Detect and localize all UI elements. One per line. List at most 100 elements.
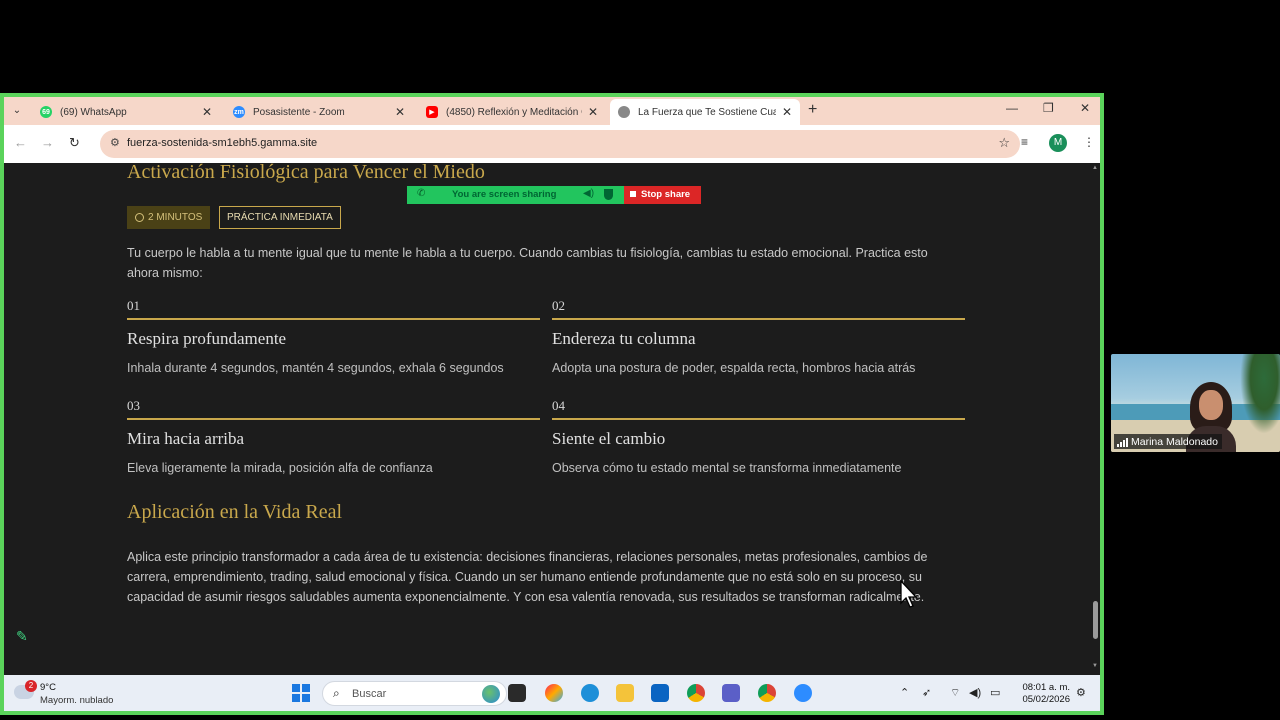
tab-label: La Fuerza que Te Sostiene Cuan [638, 106, 776, 118]
scroll-thumb[interactable] [1093, 601, 1098, 639]
taskbar-clock[interactable]: 08:01 a. m. 05/02/2026 [1018, 682, 1070, 706]
scroll-down-icon[interactable]: ▼ [1092, 663, 1098, 669]
globe-icon [618, 106, 630, 118]
sharing-status: You are screen sharing [452, 189, 557, 200]
weather-temperature[interactable]: 9°C [40, 682, 56, 693]
location-icon[interactable]: ➶ [922, 686, 931, 699]
tab-whatsapp[interactable]: 69 (69) WhatsApp ✕ [32, 99, 220, 125]
site-info-icon[interactable]: ⚙ [110, 136, 120, 149]
forward-icon[interactable]: → [41, 135, 54, 150]
browser-window: ⌄ 69 (69) WhatsApp ✕ zm Posasistente - Z… [4, 97, 1100, 675]
weather-condition[interactable]: Mayorm. nublado [40, 695, 113, 706]
badge-label: 2 MINUTOS [148, 212, 203, 223]
taskbar: 2 9°C Mayorm. nublado ⌕ Buscar ⌃ ➶ ⌔ ◀) … [4, 675, 1100, 711]
participant-video[interactable]: Marina Maldonado [1111, 354, 1280, 452]
zoom-share-bar[interactable]: ✆ You are screen sharing ◀) [407, 186, 624, 204]
bookmark-star-icon[interactable]: ☆ [998, 135, 1010, 151]
new-tab-icon[interactable]: + [808, 101, 817, 119]
reload-icon[interactable]: ↻ [69, 135, 80, 151]
application-paragraph: Aplica este principio transformador a ca… [127, 550, 928, 604]
address-bar[interactable]: ⚙ fuerza-sostenida-sm1ebh5.gamma.site ☆ [100, 130, 1020, 158]
stop-icon [630, 191, 636, 197]
step-title: Mira hacia arriba [127, 429, 245, 448]
signal-bars-icon [1117, 437, 1129, 447]
window-close-icon[interactable]: ✕ [1080, 101, 1090, 115]
drag-handle-icon[interactable]: ✆ [417, 188, 425, 199]
step-title: Siente el cambio [552, 429, 666, 448]
tab-label: (4850) Reflexión y Meditación C [446, 106, 582, 118]
minimize-icon[interactable]: — [1006, 101, 1018, 115]
scroll-up-icon[interactable]: ▲ [1092, 165, 1098, 171]
wifi-icon[interactable]: ⌔ [950, 686, 960, 700]
duration-badge: 2 MINUTOS [127, 206, 211, 229]
copilot-icon[interactable] [545, 684, 563, 702]
windows-start-icon[interactable] [292, 684, 310, 702]
step-divider [552, 418, 965, 420]
step-description: Inhala durante 4 segundos, mantén 4 segu… [127, 361, 504, 375]
screen: ⌄ 69 (69) WhatsApp ✕ zm Posasistente - Z… [0, 0, 1280, 720]
step-card: 03 Mira hacia arriba Eleva ligeramente l… [127, 398, 540, 475]
intro-paragraph: Tu cuerpo le habla a tu mente igual que … [127, 246, 928, 280]
file-explorer-icon[interactable] [616, 684, 634, 702]
practice-badge: PRÁCTICA INMEDIATA [219, 206, 341, 229]
volume-icon[interactable]: ◀) [969, 686, 981, 699]
participant-nameplate: Marina Maldonado [1114, 434, 1222, 449]
zoom-icon: zm [233, 106, 245, 118]
step-divider [127, 318, 540, 320]
section-title-activacion: Activación Fisiológica para Vencer el Mi… [127, 163, 485, 183]
step-number: 02 [552, 298, 565, 313]
stop-share-button[interactable]: Stop share [624, 186, 701, 204]
mouse-cursor-icon [900, 580, 918, 608]
toolbar: ← → ↻ ⚙ fuerza-sostenida-sm1ebh5.gamma.s… [4, 125, 1100, 163]
page-scrollbar[interactable]: ▲ ▼ [1091, 163, 1100, 675]
stop-share-label: Stop share [641, 189, 691, 200]
url-text[interactable]: fuerza-sostenida-sm1ebh5.gamma.site [127, 137, 317, 149]
tab-search-chevron-icon[interactable]: ⌄ [8, 102, 26, 120]
step-card: 01 Respira profundamente Inhala durante … [127, 298, 540, 375]
step-title: Endereza tu columna [552, 329, 696, 348]
search-placeholder: Buscar [352, 688, 387, 700]
close-icon[interactable]: ✕ [782, 105, 792, 119]
tab-bar: ⌄ 69 (69) WhatsApp ✕ zm Posasistente - Z… [4, 97, 1100, 125]
tab-youtube[interactable]: ▶ (4850) Reflexión y Meditación C ✕ [418, 99, 606, 125]
taskbar-search[interactable]: ⌕ Buscar [322, 681, 507, 706]
section-title-aplicacion: Aplicación en la Vida Real [127, 501, 343, 523]
chrome-icon[interactable] [687, 684, 705, 702]
more-menu-icon[interactable]: ⋮ [1083, 135, 1095, 149]
close-icon[interactable]: ✕ [395, 105, 405, 119]
profile-avatar[interactable]: M [1049, 134, 1067, 152]
speaker-icon[interactable]: ◀) [583, 188, 594, 199]
zoom-app-icon[interactable] [794, 684, 812, 702]
restore-icon[interactable]: ❐ [1043, 101, 1054, 115]
step-number: 03 [127, 398, 140, 413]
search-icon: ⌕ [333, 686, 340, 700]
step-divider [127, 418, 540, 420]
teams-icon[interactable] [722, 684, 740, 702]
step-divider [552, 318, 965, 320]
step-title: Respira profundamente [127, 329, 287, 348]
clock-date: 05/02/2026 [1022, 694, 1070, 705]
back-icon[interactable]: ← [14, 135, 27, 150]
chrome-profile-icon[interactable] [758, 684, 776, 702]
close-icon[interactable]: ✕ [588, 105, 598, 119]
tab-zoom[interactable]: zm Posasistente - Zoom ✕ [225, 99, 413, 125]
outlook-icon[interactable] [651, 684, 669, 702]
edge-icon[interactable] [581, 684, 599, 702]
youtube-icon: ▶ [426, 106, 438, 118]
participant-face [1199, 390, 1223, 420]
tab-la-fuerza[interactable]: La Fuerza que Te Sostiene Cuan ✕ [610, 99, 800, 125]
search-highlight-icon[interactable] [482, 685, 500, 703]
step-number: 01 [127, 298, 140, 313]
notifications-icon[interactable]: ⚙ [1076, 686, 1086, 699]
step-description: Eleva ligeramente la mirada, posición al… [127, 461, 433, 475]
show-hidden-icons-icon[interactable]: ⌃ [900, 686, 909, 699]
battery-icon[interactable]: ▭ [990, 686, 1000, 699]
task-view-icon[interactable] [508, 684, 526, 702]
video-palm [1240, 354, 1280, 434]
edit-pencil-icon[interactable]: ✎ [16, 628, 28, 645]
page-content: Activación Fisiológica para Vencer el Mi… [4, 163, 1091, 675]
weather-badge: 2 [25, 680, 37, 692]
participant-name: Marina Maldonado [1131, 436, 1218, 448]
media-control-icon[interactable]: ≡ [1021, 135, 1028, 149]
close-icon[interactable]: ✕ [202, 105, 212, 119]
